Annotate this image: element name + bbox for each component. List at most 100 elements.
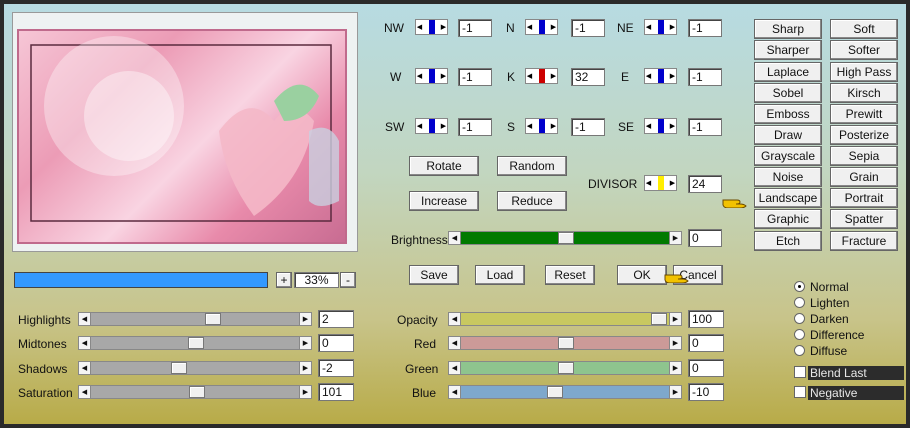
preset-high-pass[interactable]: High Pass bbox=[830, 62, 898, 82]
zoom-out-button[interactable]: - bbox=[340, 272, 356, 288]
kernel-spinner-k[interactable]: ◀ ▶ bbox=[525, 68, 558, 84]
slider-right-arrow-icon[interactable]: ▶ bbox=[299, 362, 311, 374]
preset-softer[interactable]: Softer bbox=[830, 40, 898, 60]
right-arrow-icon[interactable]: ▶ bbox=[669, 176, 676, 190]
left-arrow-icon[interactable]: ◀ bbox=[416, 69, 423, 83]
slider-left-arrow-icon[interactable]: ◀ bbox=[449, 313, 461, 325]
load-button[interactable]: Load bbox=[475, 265, 525, 285]
right-arrow-icon[interactable]: ▶ bbox=[440, 69, 447, 83]
preset-draw[interactable]: Draw bbox=[754, 125, 822, 145]
divisor-spinner[interactable]: ◀ ▶ bbox=[644, 175, 677, 191]
preset-portrait[interactable]: Portrait bbox=[830, 188, 898, 208]
kernel-e-input[interactable]: -1 bbox=[688, 68, 722, 86]
negative-checkbox[interactable] bbox=[794, 386, 806, 398]
right-arrow-icon[interactable]: ▶ bbox=[669, 69, 676, 83]
preset-laplace[interactable]: Laplace bbox=[754, 62, 822, 82]
preset-emboss[interactable]: Emboss bbox=[754, 104, 822, 124]
blue-input[interactable]: -10 bbox=[688, 383, 724, 401]
slider-right-arrow-icon[interactable]: ▶ bbox=[299, 386, 311, 398]
slider-left-arrow-icon[interactable]: ◀ bbox=[449, 386, 461, 398]
preset-graphic[interactable]: Graphic bbox=[754, 209, 822, 229]
kernel-spinner-w[interactable]: ◀ ▶ bbox=[415, 68, 448, 84]
slider-left-arrow-icon[interactable]: ◀ bbox=[79, 313, 91, 325]
preset-sharp[interactable]: Sharp bbox=[754, 19, 822, 39]
save-button[interactable]: Save bbox=[409, 265, 459, 285]
opacity-input[interactable]: 100 bbox=[688, 310, 724, 328]
slider-right-arrow-icon[interactable]: ▶ bbox=[669, 313, 681, 325]
kernel-spinner-se[interactable]: ◀ ▶ bbox=[644, 118, 677, 134]
slider-thumb[interactable] bbox=[547, 386, 563, 398]
blue-slider[interactable]: ◀ ▶ bbox=[448, 385, 682, 399]
slider-right-arrow-icon[interactable]: ▶ bbox=[669, 362, 681, 374]
preset-sharper[interactable]: Sharper bbox=[754, 40, 822, 60]
mode-radio-normal[interactable] bbox=[794, 281, 805, 292]
zoom-field[interactable]: 33% bbox=[294, 272, 339, 288]
divisor-input[interactable]: 24 bbox=[688, 175, 722, 193]
brightness-input[interactable]: 0 bbox=[688, 229, 722, 247]
kernel-sw-input[interactable]: -1 bbox=[458, 118, 492, 136]
left-arrow-icon[interactable]: ◀ bbox=[645, 176, 652, 190]
slider-left-arrow-icon[interactable]: ◀ bbox=[79, 362, 91, 374]
preset-posterize[interactable]: Posterize bbox=[830, 125, 898, 145]
kernel-spinner-sw[interactable]: ◀ ▶ bbox=[415, 118, 448, 134]
preset-kirsch[interactable]: Kirsch bbox=[830, 83, 898, 103]
slider-thumb[interactable] bbox=[558, 337, 574, 349]
left-arrow-icon[interactable]: ◀ bbox=[416, 119, 423, 133]
kernel-nw-input[interactable]: -1 bbox=[458, 19, 492, 37]
ok-button[interactable]: OK bbox=[617, 265, 667, 285]
slider-thumb[interactable] bbox=[205, 313, 221, 325]
preset-sepia[interactable]: Sepia bbox=[830, 146, 898, 166]
slider-left-arrow-icon[interactable]: ◀ bbox=[449, 337, 461, 349]
slider-right-arrow-icon[interactable]: ▶ bbox=[669, 337, 681, 349]
right-arrow-icon[interactable]: ▶ bbox=[550, 69, 557, 83]
slider-thumb[interactable] bbox=[558, 232, 574, 244]
slider-thumb[interactable] bbox=[651, 313, 667, 325]
shadows-input[interactable]: -2 bbox=[318, 359, 354, 377]
left-arrow-icon[interactable]: ◀ bbox=[645, 20, 652, 34]
increase-button[interactable]: Increase bbox=[409, 191, 479, 211]
slider-left-arrow-icon[interactable]: ◀ bbox=[449, 362, 461, 374]
right-arrow-icon[interactable]: ▶ bbox=[440, 20, 447, 34]
green-slider[interactable]: ◀ ▶ bbox=[448, 361, 682, 375]
reduce-button[interactable]: Reduce bbox=[497, 191, 567, 211]
blend-last-checkbox[interactable] bbox=[794, 366, 806, 378]
right-arrow-icon[interactable]: ▶ bbox=[550, 20, 557, 34]
slider-right-arrow-icon[interactable]: ▶ bbox=[299, 313, 311, 325]
preset-noise[interactable]: Noise bbox=[754, 167, 822, 187]
left-arrow-icon[interactable]: ◀ bbox=[526, 69, 533, 83]
preset-sobel[interactable]: Sobel bbox=[754, 83, 822, 103]
preset-landscape[interactable]: Landscape bbox=[754, 188, 822, 208]
slider-right-arrow-icon[interactable]: ▶ bbox=[669, 232, 681, 244]
slider-left-arrow-icon[interactable]: ◀ bbox=[79, 386, 91, 398]
shadows-slider[interactable]: ◀ ▶ bbox=[78, 361, 312, 375]
preset-grain[interactable]: Grain bbox=[830, 167, 898, 187]
highlights-slider[interactable]: ◀ ▶ bbox=[78, 312, 312, 326]
slider-thumb[interactable] bbox=[188, 337, 204, 349]
slider-right-arrow-icon[interactable]: ▶ bbox=[299, 337, 311, 349]
right-arrow-icon[interactable]: ▶ bbox=[669, 20, 676, 34]
green-input[interactable]: 0 bbox=[688, 359, 724, 377]
slider-left-arrow-icon[interactable]: ◀ bbox=[79, 337, 91, 349]
right-arrow-icon[interactable]: ▶ bbox=[440, 119, 447, 133]
slider-thumb[interactable] bbox=[171, 362, 187, 374]
right-arrow-icon[interactable]: ▶ bbox=[550, 119, 557, 133]
mode-radio-lighten[interactable] bbox=[794, 297, 805, 308]
slider-thumb[interactable] bbox=[189, 386, 205, 398]
highlights-input[interactable]: 2 bbox=[318, 310, 354, 328]
kernel-spinner-n[interactable]: ◀ ▶ bbox=[525, 19, 558, 35]
saturation-slider[interactable]: ◀ ▶ bbox=[78, 385, 312, 399]
rotate-button[interactable]: Rotate bbox=[409, 156, 479, 176]
preset-grayscale[interactable]: Grayscale bbox=[754, 146, 822, 166]
slider-thumb[interactable] bbox=[558, 362, 574, 374]
slider-right-arrow-icon[interactable]: ▶ bbox=[669, 386, 681, 398]
left-arrow-icon[interactable]: ◀ bbox=[526, 20, 533, 34]
preset-etch[interactable]: Etch bbox=[754, 231, 822, 251]
kernel-spinner-s[interactable]: ◀ ▶ bbox=[525, 118, 558, 134]
preset-fracture[interactable]: Fracture bbox=[830, 231, 898, 251]
reset-button[interactable]: Reset bbox=[545, 265, 595, 285]
midtones-slider[interactable]: ◀ ▶ bbox=[78, 336, 312, 350]
kernel-se-input[interactable]: -1 bbox=[688, 118, 722, 136]
kernel-spinner-e[interactable]: ◀ ▶ bbox=[644, 68, 677, 84]
kernel-k-input[interactable]: 32 bbox=[571, 68, 605, 86]
mode-radio-difference[interactable] bbox=[794, 329, 805, 340]
